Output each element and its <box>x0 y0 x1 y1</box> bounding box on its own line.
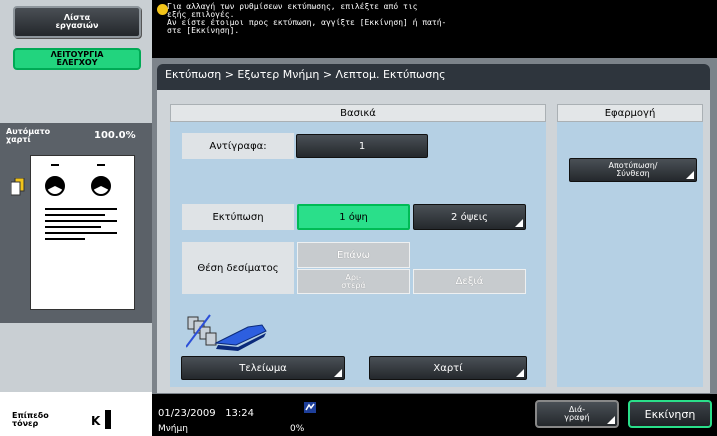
application-tab-header: Εφαρμογή <box>557 104 703 122</box>
toner-level-bar <box>105 410 111 429</box>
print-label: Εκτύπωση <box>182 204 294 230</box>
check-function-button[interactable]: ΛΕΙΤΟΥΡΓΙΑ ΕΛΕΓΧΟΥ <box>13 48 141 70</box>
start-button[interactable]: Εκκίνηση <box>628 400 712 428</box>
time: 13:24 <box>225 408 255 419</box>
zoom-value: 100.0% <box>94 130 136 141</box>
date-time: 01/23/2009 13:24 <box>158 408 254 419</box>
copies-label: Αντίγραφα: <box>182 133 294 159</box>
paper-button[interactable]: Χαρτί <box>369 356 527 380</box>
finishing-staple-icon <box>186 314 267 351</box>
basic-tab-header: Βασικά <box>170 104 546 122</box>
page-layout-icon <box>45 164 117 240</box>
date: 01/23/2009 <box>158 408 216 419</box>
breadcrumb: Εκτύπωση > Εξωτερ Μνήμη > Λεπτομ. Εκτύπω… <box>165 68 446 81</box>
auto-paper-label: Αυτόματο χαρτί <box>6 127 51 144</box>
toner-level-label: Επίπεδο τόνερ <box>12 411 49 428</box>
paper-stack-icon <box>11 178 25 196</box>
toner-color-label: K <box>91 414 101 428</box>
copies-input[interactable]: 1 <box>296 134 428 158</box>
message-text: Για αλλαγή των ρυθμίσεων εκτύπωσης, επιλ… <box>167 2 447 35</box>
two-sides-button[interactable]: 2 όψεις <box>413 204 526 230</box>
preview-button[interactable]: Διά- γραφή <box>535 400 619 428</box>
job-list-button[interactable]: Λίστα εργασιών <box>13 6 141 38</box>
binding-top-button[interactable]: Επάνω <box>297 242 410 268</box>
finishing-button[interactable]: Τελείωμα <box>181 356 345 380</box>
binding-position-label: Θέση δεσίματος <box>182 242 294 294</box>
memory-value: 0% <box>290 424 305 434</box>
binding-left-button[interactable]: Αρι- στερά <box>297 269 410 294</box>
binding-right-button[interactable]: Δεξιά <box>413 269 526 294</box>
network-icon <box>304 402 316 413</box>
one-side-button[interactable]: 1 όψη <box>297 204 410 230</box>
stamp-composition-button[interactable]: Αποτύπωση/ Σύνθεση <box>569 158 697 182</box>
memory-label: Μνήμη <box>158 424 188 434</box>
page-preview <box>30 155 135 310</box>
